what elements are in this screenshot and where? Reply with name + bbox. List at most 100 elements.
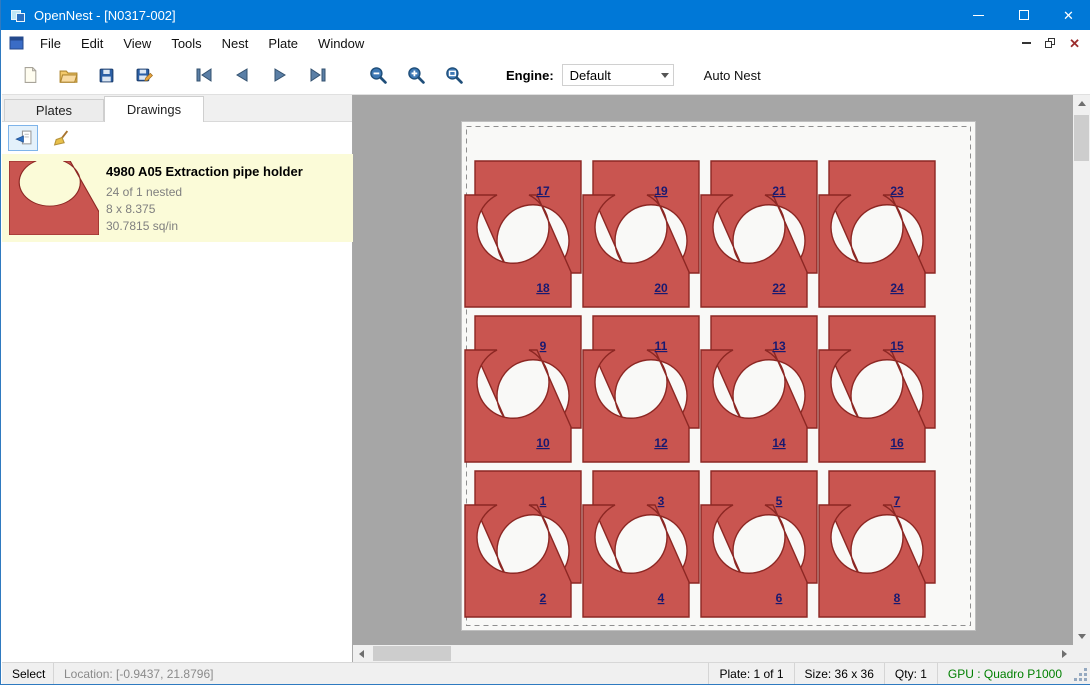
menu-items: FileEditViewToolsNestPlateWindow [30, 32, 374, 55]
drawing-list-item[interactable]: 4980 A05 Extraction pipe holder 24 of 1 … [2, 154, 353, 242]
part-number: 19 [654, 184, 668, 198]
broom-icon [53, 130, 70, 146]
mdi-minimize-icon[interactable] [1022, 42, 1031, 44]
close-icon: ✕ [1063, 9, 1074, 22]
part-number: 10 [536, 436, 550, 450]
resize-grip[interactable] [1074, 668, 1087, 681]
new-document-button[interactable] [14, 59, 46, 91]
part-thumbnail [2, 154, 106, 242]
zoom-in-button[interactable] [400, 59, 432, 91]
part-number: 13 [772, 339, 786, 353]
menu-nest[interactable]: Nest [212, 32, 259, 55]
report-button[interactable] [8, 125, 38, 151]
menu-file[interactable]: File [30, 32, 71, 55]
part-number: 12 [654, 436, 668, 450]
drawing-size: 8 x 8.375 [106, 201, 303, 218]
part-number: 2 [540, 591, 547, 605]
tab-plates[interactable]: Plates [4, 99, 104, 121]
horizontal-scrollbar[interactable] [353, 645, 1073, 662]
menu-tools[interactable]: Tools [161, 32, 211, 55]
maximize-icon [1019, 10, 1029, 20]
status-plate: Plate: 1 of 1 [708, 663, 793, 684]
title-bar[interactable]: OpenNest - [N0317-002] ✕ [1, 0, 1090, 30]
auto-nest-button[interactable]: Auto Nest [696, 64, 769, 87]
nav-previous-icon [232, 67, 252, 83]
scroll-down-icon[interactable] [1073, 628, 1090, 645]
app-icon [10, 7, 26, 23]
main-toolbar: Engine: Default Auto Nest [2, 56, 1090, 95]
status-qty: Qty: 1 [884, 663, 937, 684]
part-number: 22 [772, 281, 786, 295]
engine-value: Default [563, 68, 611, 83]
save-icon [98, 67, 115, 84]
part-number: 16 [890, 436, 904, 450]
scroll-up-icon[interactable] [1073, 95, 1090, 112]
menu-plate[interactable]: Plate [258, 32, 308, 55]
side-panel: Plates Drawings [2, 95, 353, 662]
mdi-restore-icon[interactable] [1045, 38, 1055, 48]
drawings-toolbar [2, 122, 352, 154]
part-number: 11 [655, 339, 668, 353]
close-button[interactable]: ✕ [1046, 0, 1090, 30]
save-button[interactable] [90, 59, 122, 91]
mdi-child-icon [9, 36, 24, 50]
zoom-fit-button[interactable] [438, 59, 470, 91]
part-number: 3 [658, 494, 665, 508]
nav-next-icon [270, 67, 290, 83]
window-title: OpenNest - [N0317-002] [34, 8, 176, 23]
vertical-scrollbar[interactable] [1073, 95, 1090, 645]
part-number: 24 [890, 281, 904, 295]
save-as-icon [136, 67, 153, 84]
clean-button[interactable] [46, 125, 76, 151]
engine-select[interactable]: Default [562, 64, 674, 86]
part-number: 9 [540, 339, 547, 353]
scroll-left-icon[interactable] [353, 645, 370, 662]
status-size: Size: 36 x 36 [794, 663, 884, 684]
maximize-button[interactable] [1001, 0, 1046, 30]
drawing-area: 30.7815 sq/in [106, 218, 303, 235]
drawing-nested-count: 24 of 1 nested [106, 184, 303, 201]
menu-bar: FileEditViewToolsNestPlateWindow ✕ [2, 30, 1090, 56]
drawing-info: 4980 A05 Extraction pipe holder 24 of 1 … [106, 154, 303, 242]
vertical-scroll-thumb[interactable] [1074, 115, 1089, 161]
tab-drawings[interactable]: Drawings [104, 96, 204, 122]
part-number: 6 [776, 591, 783, 605]
part-number: 23 [890, 184, 904, 198]
menu-view[interactable]: View [113, 32, 161, 55]
part-number: 20 [654, 281, 668, 295]
menu-window[interactable]: Window [308, 32, 374, 55]
status-bar: Select Location: [-0.9437, 21.8796] Plat… [2, 662, 1090, 684]
new-document-icon [22, 66, 39, 84]
chevron-down-icon [661, 73, 669, 78]
part-number: 4 [658, 591, 665, 605]
scrollbar-corner [1073, 645, 1090, 662]
part-number: 8 [894, 591, 901, 605]
minimize-button[interactable] [956, 0, 1001, 30]
nav-next-button[interactable] [264, 59, 296, 91]
part-number: 1 [540, 494, 547, 508]
zoom-fit-icon [445, 66, 463, 84]
part-number: 5 [776, 494, 783, 508]
minimize-icon [973, 15, 984, 16]
mdi-close-icon[interactable]: ✕ [1069, 37, 1080, 50]
nest-canvas[interactable]: 171819202122232491011121314151612345678 [353, 95, 1074, 645]
horizontal-scroll-thumb[interactable] [373, 646, 451, 661]
open-button[interactable] [52, 59, 84, 91]
zoom-out-button[interactable] [362, 59, 394, 91]
scroll-right-icon[interactable] [1056, 645, 1073, 662]
part-number: 21 [772, 184, 786, 198]
drawing-title: 4980 A05 Extraction pipe holder [106, 164, 303, 179]
nav-first-button[interactable] [188, 59, 220, 91]
nav-previous-button[interactable] [226, 59, 258, 91]
panel-tabs: Plates Drawings [2, 95, 352, 122]
status-mode: Select [2, 663, 54, 684]
part-number: 18 [536, 281, 550, 295]
nav-last-button[interactable] [302, 59, 334, 91]
engine-label: Engine: [506, 68, 554, 83]
zoom-in-icon [407, 66, 425, 84]
plate[interactable]: 171819202122232491011121314151612345678 [461, 121, 976, 631]
save-as-button[interactable] [128, 59, 160, 91]
status-location: Location: [-0.9437, 21.8796] [54, 663, 223, 684]
menu-edit[interactable]: Edit [71, 32, 113, 55]
report-back-icon [15, 130, 32, 146]
